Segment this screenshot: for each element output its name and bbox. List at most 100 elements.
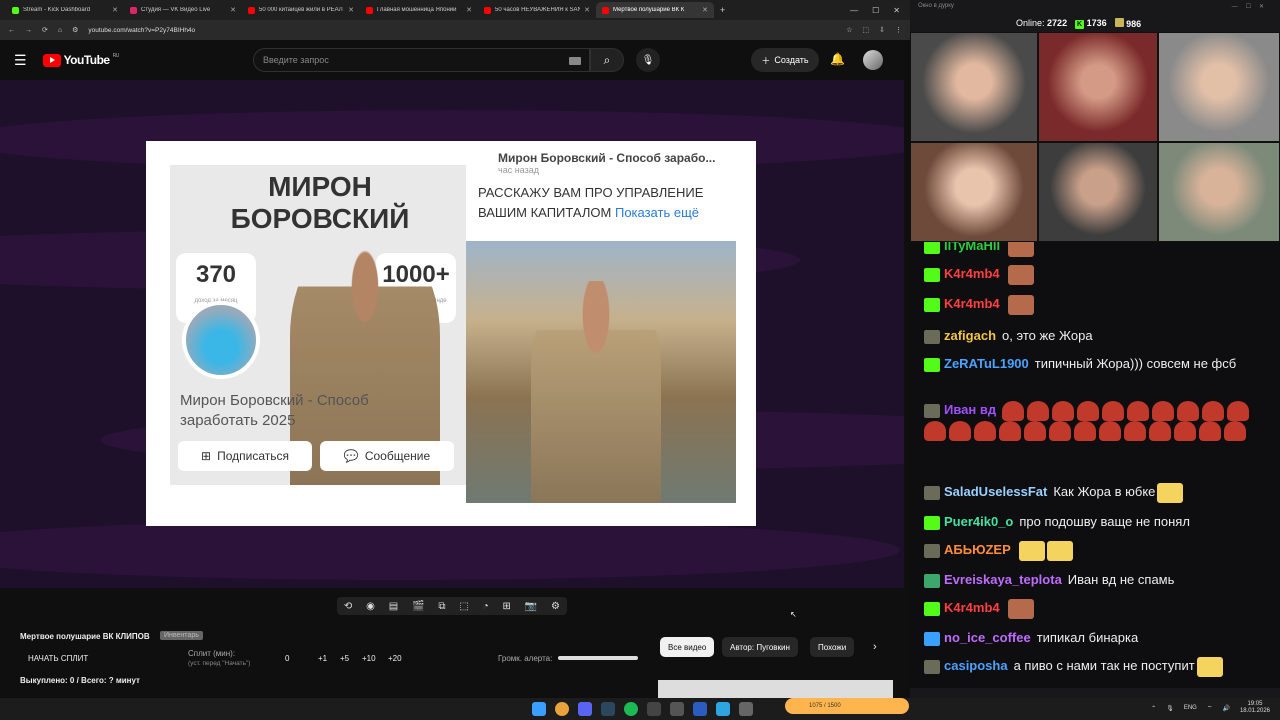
back-icon[interactable]: ← — [8, 27, 15, 34]
broadcast-icon[interactable]: ◉ — [366, 601, 375, 612]
download-icon[interactable]: ⇩ — [879, 26, 885, 34]
home-icon[interactable]: ⌂ — [58, 27, 62, 34]
close-icon[interactable]: ✕ — [893, 6, 900, 15]
chat-message: АБЬЮZEP — [924, 540, 1264, 561]
increment-5-button[interactable]: +5 — [340, 654, 349, 663]
new-tab-icon[interactable]: + — [720, 5, 725, 15]
extensions-icon[interactable]: ⬚ — [863, 26, 870, 34]
system-tray: ⌃ 🎙 ENG ⌔ 🔊 19:05 18.01.2026 — [1151, 701, 1270, 715]
browser-window: Stream - Kick Dashboard ✕ Студия — VK Виде… — [0, 0, 910, 698]
speed-icon[interactable]: ◔ — [483, 601, 489, 612]
music-counter: 1075 / 1500 — [809, 703, 841, 709]
start-icon[interactable] — [532, 702, 546, 716]
increment-20-button[interactable]: +20 — [388, 654, 402, 663]
browser-tab[interactable]: 50 часов НЕУВАЖЕНИЯ к SAN ✕ — [478, 2, 596, 18]
video-player[interactable]: МИРОН БОРОВСКИЙ 370доход за месяц 1000+у… — [0, 80, 904, 588]
chat-username[interactable]: zafigach — [944, 328, 996, 343]
search-input[interactable]: Введите запрос — [253, 48, 590, 72]
steam-icon[interactable] — [601, 702, 615, 716]
post-image — [466, 241, 736, 503]
loop-icon[interactable]: ⟲ — [344, 601, 352, 612]
telegram-icon[interactable] — [716, 702, 730, 716]
chip-similar[interactable]: Похожи — [810, 637, 855, 657]
close-tab-icon[interactable]: ✕ — [230, 6, 236, 14]
music-widget[interactable]: 1075 / 1500 — [785, 698, 909, 714]
start-split-button[interactable]: НАЧАТЬ СПЛИТ — [28, 654, 88, 663]
camera-icon[interactable]: 📷 — [525, 601, 537, 612]
star-icon[interactable]: ☆ — [846, 26, 852, 34]
volume-icon[interactable]: 🔊 — [1222, 705, 1229, 712]
chat-username[interactable]: casiposha — [944, 658, 1008, 673]
chip-author[interactable]: Автор: Пуговкин — [722, 637, 798, 657]
explorer-icon[interactable] — [739, 702, 753, 716]
chat-username[interactable]: llTyMaHll — [944, 242, 1000, 253]
playlist-icon[interactable]: ▤ — [389, 601, 398, 612]
avatar[interactable] — [863, 50, 883, 70]
chat-username[interactable]: Иван вд — [944, 402, 996, 417]
chat-username[interactable]: АБЬЮZEP — [944, 542, 1011, 557]
menu-burger-icon[interactable]: ☰ — [14, 52, 27, 69]
clock[interactable]: 19:05 18.01.2026 — [1240, 701, 1270, 715]
close-tab-icon[interactable]: ✕ — [702, 6, 708, 14]
browser-tab[interactable]: Stream - Kick Dashboard ✕ — [6, 2, 124, 18]
player-icon[interactable] — [693, 702, 707, 716]
spotify-icon[interactable] — [624, 702, 638, 716]
add-clip-icon[interactable]: ⊞ — [503, 601, 511, 612]
forward-icon[interactable]: → — [25, 27, 32, 34]
spiderman-emote-icon — [1124, 421, 1146, 442]
mic-icon[interactable]: 🎙 — [1166, 705, 1174, 712]
reload-icon[interactable]: ⟳ — [42, 26, 48, 34]
app-icon[interactable] — [670, 702, 684, 716]
pip-icon[interactable]: ⧉ — [438, 601, 445, 612]
close-tab-icon[interactable]: ✕ — [112, 6, 118, 14]
chip-all-videos[interactable]: Все видео — [660, 637, 715, 657]
wifi-icon[interactable]: ⌔ — [1207, 704, 1213, 712]
close-tab-icon[interactable]: ✕ — [348, 6, 354, 14]
close-tab-icon[interactable]: ✕ — [466, 6, 472, 14]
clapper-icon[interactable]: 🎬 — [412, 601, 424, 612]
crop-icon[interactable]: ⬚ — [459, 601, 468, 612]
window-controls[interactable]: — ☐ ✕ — [850, 6, 910, 15]
youtube-logo[interactable]: YouTube RU — [42, 53, 119, 67]
chrome-icon[interactable] — [555, 702, 569, 716]
browser-tab[interactable]: Главная мошенница Японии ✕ — [360, 2, 478, 18]
chat-username[interactable]: K4r4mb4 — [944, 296, 1000, 311]
browser-tab[interactable]: Мертвое полушарие ВК К ✕ — [596, 2, 714, 18]
chat-username[interactable]: no_ice_coffee — [944, 630, 1031, 645]
user-badge-icon — [924, 297, 940, 312]
chat-emote-icon — [1007, 264, 1034, 285]
increment-1-button[interactable]: +1 — [318, 654, 327, 663]
recommended-thumbnail[interactable] — [658, 680, 893, 698]
url-field[interactable]: youtube.com/watch?v=P2y74BIHh4o — [88, 27, 836, 34]
search-button[interactable]: ⌕ — [590, 48, 624, 72]
chevron-right-icon[interactable]: › — [873, 641, 877, 653]
discord-icon[interactable] — [578, 702, 592, 716]
chat-username[interactable]: K4r4mb4 — [944, 600, 1000, 615]
increment-10-button[interactable]: +10 — [362, 654, 376, 663]
maximize-icon[interactable]: ☐ — [872, 6, 879, 15]
browser-tab[interactable]: 50 000 китайцев жили в РЕАЛ ✕ — [242, 2, 360, 18]
site-info-icon[interactable]: ⚙ — [72, 26, 78, 34]
menu-icon[interactable]: ⋮ — [895, 26, 902, 34]
tab-title: 50 000 китайцев жили в РЕАЛ — [259, 7, 343, 13]
chat-username[interactable]: Puer4ik0_o — [944, 514, 1013, 529]
chat-username[interactable]: Evreiskaya_teplota — [944, 572, 1062, 587]
language-indicator[interactable]: ENG — [1184, 705, 1197, 711]
browser-tab[interactable]: Студия — VK Видео Live ✕ — [124, 2, 242, 18]
chat-username[interactable]: ZeRATuL1900 — [944, 356, 1029, 371]
keyboard-icon[interactable] — [569, 57, 581, 65]
chat-username[interactable]: K4r4mb4 — [944, 266, 1000, 281]
obs-icon[interactable] — [647, 702, 661, 716]
alert-volume-slider[interactable] — [558, 656, 638, 660]
window-controls[interactable]: —☐✕ — [1232, 3, 1272, 11]
split-input[interactable]: 0 — [285, 654, 289, 663]
minimize-icon[interactable]: — — [850, 6, 858, 15]
close-tab-icon[interactable]: ✕ — [584, 6, 590, 14]
bell-icon[interactable]: 🔔 — [830, 52, 845, 66]
chevron-up-icon[interactable]: ⌃ — [1151, 705, 1156, 712]
voice-search-button[interactable]: 🎙 — [636, 48, 660, 72]
gear-icon[interactable]: ⚙ — [551, 601, 560, 612]
chat-username[interactable]: SaladUselessFat — [944, 484, 1047, 499]
clip-controls-panel: ⟲ ◉ ▤ 🎬 ⧉ ⬚ ◔ ⊞ 📷 ⚙ Мертвое полушарие ВК… — [0, 588, 904, 698]
create-button[interactable]: ＋ Создать — [751, 48, 819, 72]
